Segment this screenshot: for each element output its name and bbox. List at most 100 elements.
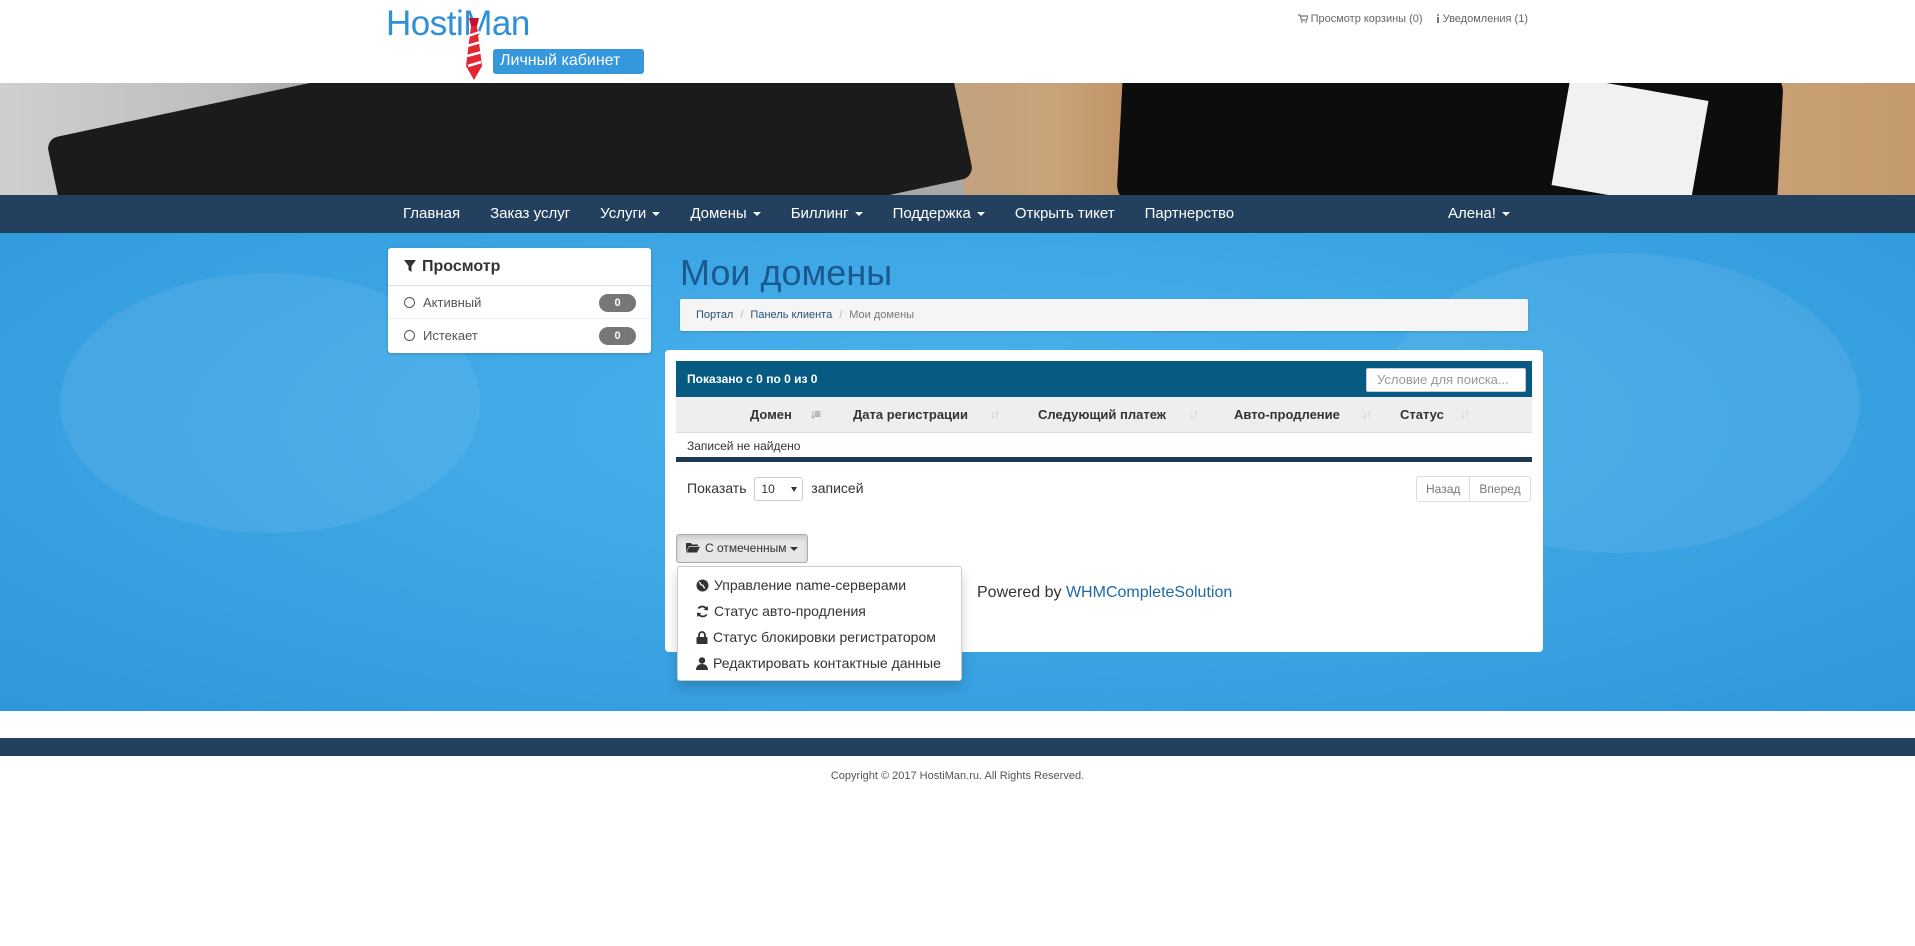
chevron-down-icon xyxy=(1501,212,1510,217)
hero-banner xyxy=(0,83,1915,195)
sidebar-filter-item[interactable]: Истекает 0 xyxy=(388,319,651,352)
breadcrumb-portal[interactable]: Портал xyxy=(696,309,733,321)
chevron-down-icon xyxy=(976,212,985,217)
domains-table: Показано с 0 по 0 из 0 Условие для поиск… xyxy=(676,361,1532,467)
column-domain[interactable]: Домен xyxy=(750,397,792,432)
globe-icon xyxy=(696,579,709,592)
menu-item-auto-renew[interactable]: Статус авто-продления xyxy=(678,598,961,624)
filter-sidebar: Просмотр Активный 0 Истекает 0 xyxy=(388,248,651,353)
chevron-down-icon xyxy=(789,546,798,551)
radio-circle-icon xyxy=(404,330,415,341)
folder-open-icon xyxy=(686,543,700,553)
nav-item-label: Биллинг xyxy=(790,205,849,222)
breadcrumb-separator: / xyxy=(839,309,843,321)
nav-item-3[interactable]: Домены xyxy=(675,195,775,233)
column-next-payment[interactable]: Следующий платеж xyxy=(1038,397,1166,432)
copyright: Copyright © 2017 HostiMan.ru. All Rights… xyxy=(830,770,1085,782)
nav-item-label: Открыть тикет xyxy=(1014,205,1115,222)
refresh-icon xyxy=(697,605,708,618)
menu-item-label: Редактировать контактные данные xyxy=(713,655,941,671)
page-length-value: 10 xyxy=(761,482,775,497)
logo[interactable]: HostiMan Личный кабинет xyxy=(386,4,646,80)
sort-icon: ↓↑ xyxy=(1460,407,1470,421)
user-icon xyxy=(696,657,708,670)
empty-table-message: Записей не найдено xyxy=(676,432,1532,462)
page: HostiMan Личный кабинет Просмотр корзины… xyxy=(0,0,1915,946)
nav-item-label: Партнерство xyxy=(1144,205,1235,222)
breadcrumb-client-panel[interactable]: Панель клиента xyxy=(750,309,832,321)
page-length-prefix: Показать xyxy=(687,480,747,496)
pagination: Назад Вперед xyxy=(1416,476,1531,502)
table-header-row: Домен ↓≡ Дата регистрации ↓↑ Следующий п… xyxy=(676,397,1532,432)
nav-item-label: Главная xyxy=(403,205,461,222)
nav-item-label: Услуги xyxy=(600,205,647,222)
nav-item-6[interactable]: Открыть тикет xyxy=(1000,195,1130,233)
prev-page-button[interactable]: Назад xyxy=(1416,476,1471,502)
chevron-down-icon xyxy=(752,212,761,217)
filter-label: Активный xyxy=(423,295,482,310)
cart-link[interactable]: Просмотр корзины (0) xyxy=(1297,13,1426,25)
page-length-select[interactable]: 10 xyxy=(754,477,804,502)
column-status[interactable]: Статус xyxy=(1400,397,1444,432)
breadcrumb-separator: / xyxy=(740,309,744,321)
menu-item-nameservers[interactable]: Управление name-серверами xyxy=(678,572,961,598)
sort-icon: ↓↑ xyxy=(990,407,1000,421)
next-page-button[interactable]: Вперед xyxy=(1470,476,1531,502)
filter-count-badge: 0 xyxy=(599,294,636,312)
powered-by-prefix: Powered by xyxy=(977,584,1062,601)
sidebar-title: Просмотр xyxy=(422,258,501,275)
nav-item-2[interactable]: Услуги xyxy=(585,195,675,233)
top-links: Просмотр корзины (0) Уведомления (1) xyxy=(1288,13,1528,25)
sort-asc-icon: ↓≡ xyxy=(810,407,821,421)
page-length-control: Показать 10 записей xyxy=(687,477,864,502)
column-auto-renew[interactable]: Авто-продление xyxy=(1234,397,1340,432)
radio-circle-icon xyxy=(404,297,415,308)
filter-label: Истекает xyxy=(423,328,478,343)
breadcrumb: Портал / Панель клиента / Мои домены xyxy=(680,299,1528,331)
logo-badge: Личный кабинет xyxy=(493,49,644,74)
menu-item-edit-contacts[interactable]: Редактировать контактные данные xyxy=(678,650,961,676)
cart-link-label: Просмотр корзины (0) xyxy=(1310,13,1423,25)
table-toolbar: Показано с 0 по 0 из 0 Условие для поиск… xyxy=(676,361,1532,397)
sidebar-filter-list: Активный 0 Истекает 0 xyxy=(388,286,651,352)
nav-item-label: Заказ услуг xyxy=(490,205,571,222)
main-nav: Главная Заказ услуг Услуги Домены Биллинг Под… xyxy=(0,195,1915,233)
nav-item-label: Поддержка xyxy=(892,205,971,222)
bulk-actions-menu: Управление name-серверами Статус авто-пр… xyxy=(677,566,962,681)
search-input[interactable]: Условие для поиска... xyxy=(1366,368,1526,392)
nav-item-0[interactable]: Главная xyxy=(388,195,475,233)
nav-item-4[interactable]: Биллинг xyxy=(776,195,878,233)
bulk-actions-label: С отмеченным xyxy=(705,541,787,555)
breadcrumb-current: Мои домены xyxy=(849,309,915,321)
sort-icon: ↓↑ xyxy=(1362,407,1372,421)
sidebar-filter-item[interactable]: Активный 0 xyxy=(388,286,651,319)
sidebar-header: Просмотр xyxy=(388,248,651,286)
sort-icon: ↓↑ xyxy=(1189,407,1199,421)
powered-by: Powered by WHMCompleteSolution xyxy=(977,584,1232,602)
menu-item-label: Статус блокировки регистратором xyxy=(713,629,936,645)
paper-image xyxy=(1551,83,1709,195)
nav-item-5[interactable]: Поддержка xyxy=(878,195,1000,233)
keyboard-image xyxy=(45,83,975,195)
notifications-link-label: Уведомления (1) xyxy=(1442,13,1528,25)
bulk-actions-button[interactable]: С отмеченным xyxy=(676,534,808,563)
column-registration-date[interactable]: Дата регистрации xyxy=(853,397,968,432)
menu-item-registrar-lock[interactable]: Статус блокировки регистратором xyxy=(678,624,961,650)
chevron-down-icon xyxy=(652,212,661,217)
nav-item-label: Домены xyxy=(690,205,747,222)
menu-item-label: Управление name-серверами xyxy=(714,577,907,593)
filter-count-badge: 0 xyxy=(599,327,636,345)
notifications-link[interactable]: Уведомления (1) xyxy=(1436,13,1528,25)
nav-item-7[interactable]: Партнерство xyxy=(1130,195,1250,233)
nav-items: Главная Заказ услуг Услуги Домены Биллинг Под… xyxy=(388,195,1249,233)
header: HostiMan Личный кабинет Просмотр корзины… xyxy=(0,0,1915,83)
menu-item-label: Статус авто-продления xyxy=(714,603,866,619)
nav-item-1[interactable]: Заказ услуг xyxy=(475,195,585,233)
lock-icon xyxy=(696,631,708,644)
logo-text: HostiMan xyxy=(386,4,530,43)
whmcs-link[interactable]: WHMCompleteSolution xyxy=(1066,584,1232,601)
tie-icon xyxy=(466,18,483,80)
table-info: Показано с 0 по 0 из 0 xyxy=(687,372,818,386)
cart-icon xyxy=(1297,14,1309,23)
user-menu[interactable]: Алена! xyxy=(1433,195,1525,233)
